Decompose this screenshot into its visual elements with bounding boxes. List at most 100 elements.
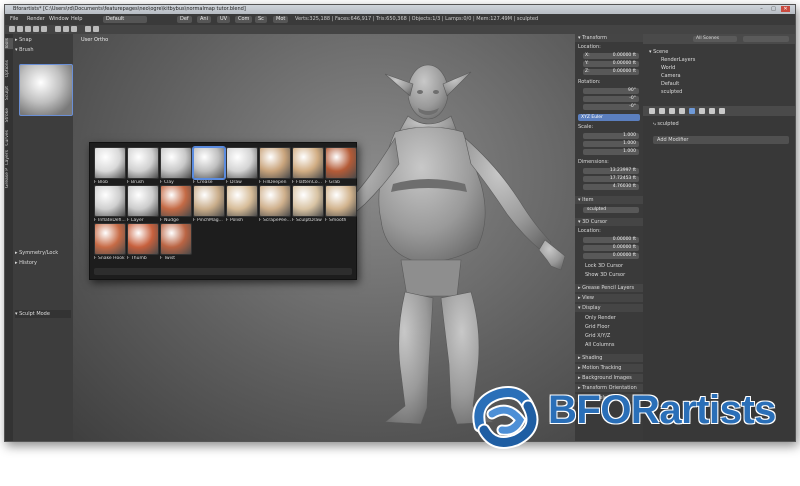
brush-item[interactable]: F PinchMag... — [193, 185, 225, 223]
brush-item[interactable]: F InflateDefl... — [94, 185, 126, 223]
maximize-button[interactable]: □ — [769, 6, 778, 12]
mode-selector[interactable]: ▾ Sculpt Mode — [15, 310, 71, 318]
cursor-y-field[interactable]: 0.00000 ft — [583, 245, 639, 251]
dimension-y-field[interactable]: 17.72453 ft — [583, 176, 639, 182]
dimension-z-field[interactable]: 4.76030 ft — [583, 184, 639, 190]
lock-cursor-checkbox[interactable]: Lock 3D Cursor — [585, 263, 623, 270]
tab-tools[interactable]: Tools — [5, 38, 13, 50]
rotation-z-field[interactable]: -0° — [583, 104, 639, 110]
brush-item[interactable]: F Thumb — [127, 223, 159, 261]
editor-motion[interactable]: Mot — [273, 16, 289, 23]
symmetry-header[interactable]: ▸ Symmetry/Lock — [15, 249, 58, 257]
rotation-y-field[interactable]: -0° — [583, 96, 639, 102]
history-header[interactable]: ▸ History — [15, 259, 37, 267]
scene-filter-dropdown[interactable]: All Scenes — [693, 36, 737, 42]
tab-layers[interactable]: Layers — [5, 150, 13, 165]
brush-preview[interactable] — [19, 64, 73, 116]
editor-compositing[interactable]: Com — [235, 16, 253, 23]
brush-item[interactable]: F Twist — [160, 223, 192, 261]
outliner-world[interactable]: World — [661, 64, 675, 72]
menu-file[interactable]: File — [10, 14, 18, 25]
editor-uv[interactable]: UV — [217, 16, 231, 23]
location-x-field[interactable]: X: 0.00000 ft — [583, 53, 639, 59]
brush-item[interactable]: F Layer — [127, 185, 159, 223]
rotation-x-field[interactable]: 90° — [583, 88, 639, 94]
view-header[interactable]: ▸ View — [575, 294, 643, 302]
texture-tab-icon[interactable] — [719, 108, 725, 114]
save-icon[interactable] — [25, 26, 31, 32]
dimension-x-field[interactable]: 13.23997 ft — [583, 168, 639, 174]
transform-header[interactable]: ▾ Transform — [575, 34, 643, 42]
object-tab-icon[interactable] — [679, 108, 685, 114]
tab-curves[interactable]: Curves — [5, 130, 13, 146]
brush-header[interactable]: ▾ Brush — [15, 46, 34, 54]
menu-help[interactable]: Help — [71, 14, 82, 25]
all-columns-checkbox[interactable]: All Columns — [585, 342, 615, 349]
outliner-default[interactable]: Default — [661, 80, 679, 88]
brush-item[interactable]: F Snake Hook — [94, 223, 126, 261]
new-file-icon[interactable] — [9, 26, 15, 32]
modifier-tab-icon[interactable] — [689, 108, 695, 114]
editor-animation[interactable]: Ani — [197, 16, 211, 23]
location-z-field[interactable]: Z: 0.00000 ft — [583, 69, 639, 75]
shading-icon[interactable] — [93, 26, 99, 32]
motion-tracking-header[interactable]: ▸ Motion Tracking — [575, 364, 643, 372]
scale-y-field[interactable]: 1.000 — [583, 141, 639, 147]
cursor-z-field[interactable]: 0.00000 ft — [583, 253, 639, 259]
view-icon[interactable] — [63, 26, 69, 32]
brush-item[interactable]: F Smooth — [325, 185, 357, 223]
editor-default[interactable]: Def — [177, 16, 192, 23]
brush-search-input[interactable] — [94, 268, 352, 275]
menu-window[interactable]: Window — [49, 14, 69, 25]
brush-item[interactable]: F FillDeepen — [259, 147, 291, 185]
tab-sculpt[interactable]: Sculpt — [5, 86, 13, 100]
outliner-scene[interactable]: ▾ Scene — [649, 48, 668, 56]
show-cursor-checkbox[interactable]: Show 3D Cursor — [585, 272, 625, 279]
scale-z-field[interactable]: 1.000 — [583, 149, 639, 155]
brush-item[interactable]: F FlattenCo... — [292, 147, 324, 185]
rotation-mode-dropdown[interactable]: XYZ Euler — [578, 114, 640, 121]
outliner-search-input[interactable] — [743, 36, 789, 42]
grid-floor-checkbox[interactable]: Grid Floor — [585, 324, 610, 331]
brush-item[interactable]: F Polish — [226, 185, 258, 223]
object-name-field[interactable]: sculpted — [583, 207, 639, 213]
grease-pencil-header[interactable]: ▸ Grease Pencil Layers — [575, 284, 643, 292]
brush-item[interactable]: F SculptDraw — [292, 185, 324, 223]
minimize-button[interactable]: – — [757, 6, 766, 12]
cursor-header[interactable]: ▾ 3D Cursor — [575, 218, 643, 226]
render-icon[interactable] — [55, 26, 61, 32]
grid-xyz-checkbox[interactable]: Grid X/Y/Z — [585, 333, 610, 340]
snap-header[interactable]: ▸ Snap — [15, 36, 32, 44]
add-modifier-dropdown[interactable]: Add Modifier — [653, 136, 789, 144]
item-header[interactable]: ▾ Item — [575, 196, 643, 204]
scene-tab-icon[interactable] — [659, 108, 665, 114]
cursor-x-field[interactable]: 0.00000 ft — [583, 237, 639, 243]
outliner-renderlayers[interactable]: RenderLayers — [661, 56, 695, 64]
brush-item[interactable]: F Blob — [94, 147, 126, 185]
brush-item[interactable]: F Draw — [226, 147, 258, 185]
brush-item[interactable]: F ScrapePee... — [259, 185, 291, 223]
render-tab-icon[interactable] — [649, 108, 655, 114]
camera-icon[interactable] — [71, 26, 77, 32]
tab-grease-pencil[interactable]: Grease P — [5, 168, 13, 188]
outliner-camera[interactable]: Camera — [661, 72, 681, 80]
world-tab-icon[interactable] — [669, 108, 675, 114]
brush-item[interactable]: F Clay — [160, 147, 192, 185]
tab-stroke[interactable]: Stroke — [5, 108, 13, 122]
open-file-icon[interactable] — [17, 26, 23, 32]
shading-header[interactable]: ▸ Shading — [575, 354, 643, 362]
tab-options[interactable]: Options — [5, 60, 13, 77]
material-tab-icon[interactable] — [709, 108, 715, 114]
brush-item[interactable]: F Nudge — [160, 185, 192, 223]
redo-icon[interactable] — [41, 26, 47, 32]
display-header[interactable]: ▾ Display — [575, 304, 643, 312]
object-mode-icon[interactable] — [85, 26, 91, 32]
layout-selector[interactable]: Default — [103, 16, 147, 23]
outliner-sculpted[interactable]: sculpted — [661, 88, 682, 96]
location-y-field[interactable]: Y: 0.00000 ft — [583, 61, 639, 67]
close-button[interactable]: ✕ — [781, 6, 790, 12]
data-tab-icon[interactable] — [699, 108, 705, 114]
scale-x-field[interactable]: 1.000 — [583, 133, 639, 139]
brush-item[interactable]: F Crease — [193, 147, 225, 185]
editor-scripting[interactable]: Sc — [255, 16, 267, 23]
